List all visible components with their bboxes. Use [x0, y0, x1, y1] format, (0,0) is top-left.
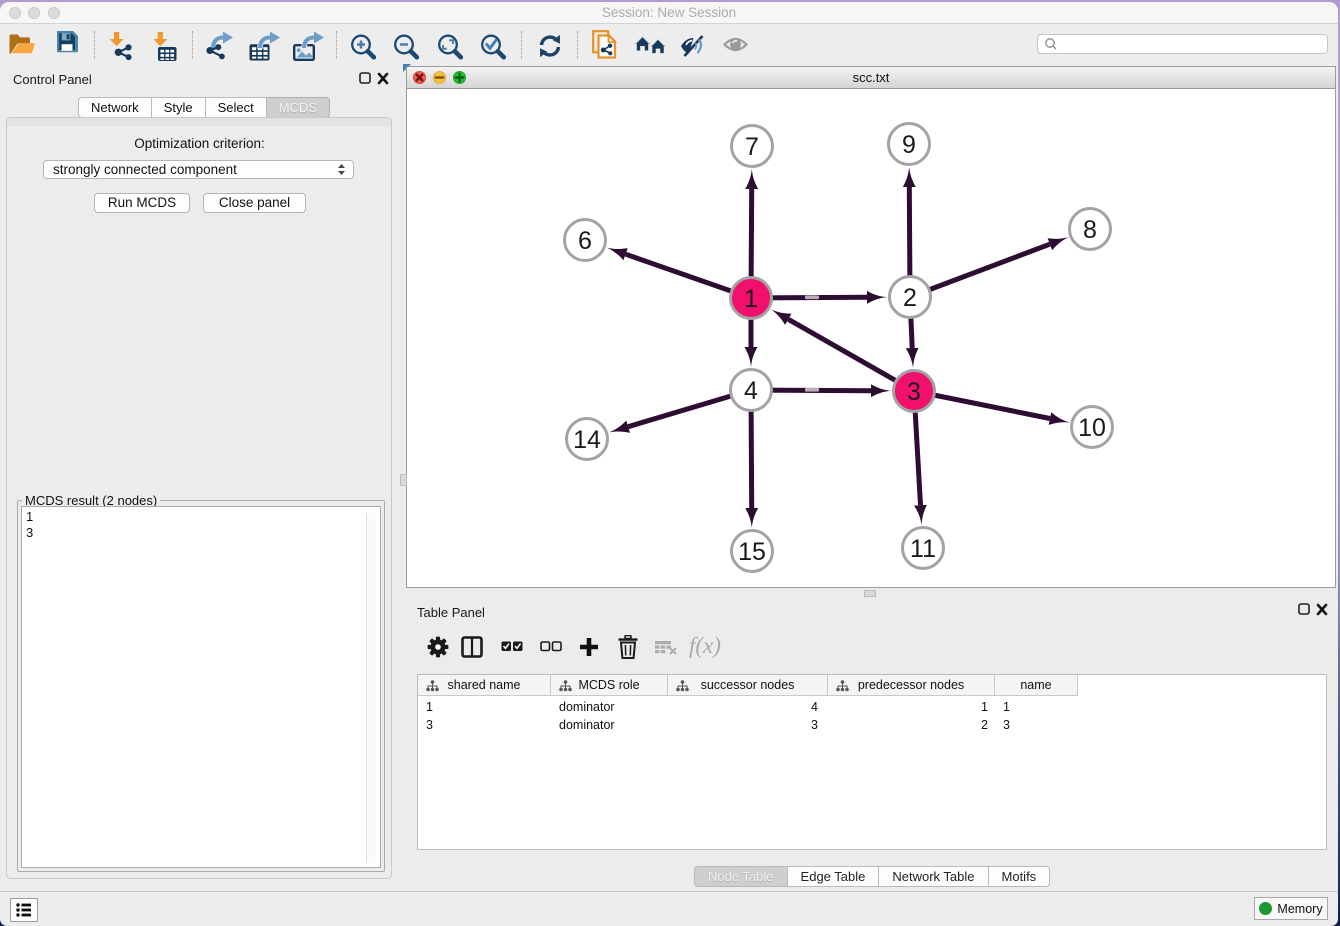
- svg-text:8: 8: [1083, 216, 1097, 244]
- svg-text:2: 2: [903, 284, 917, 312]
- svg-text:10: 10: [1078, 414, 1106, 442]
- svg-text:3: 3: [907, 378, 921, 406]
- svg-text:14: 14: [573, 426, 601, 454]
- svg-text:1: 1: [744, 285, 758, 313]
- svg-text:9: 9: [902, 131, 916, 159]
- svg-text:15: 15: [738, 538, 766, 566]
- svg-text:4: 4: [744, 377, 758, 405]
- svg-text:11: 11: [910, 535, 936, 563]
- svg-text:7: 7: [745, 133, 759, 161]
- svg-text:6: 6: [578, 227, 592, 255]
